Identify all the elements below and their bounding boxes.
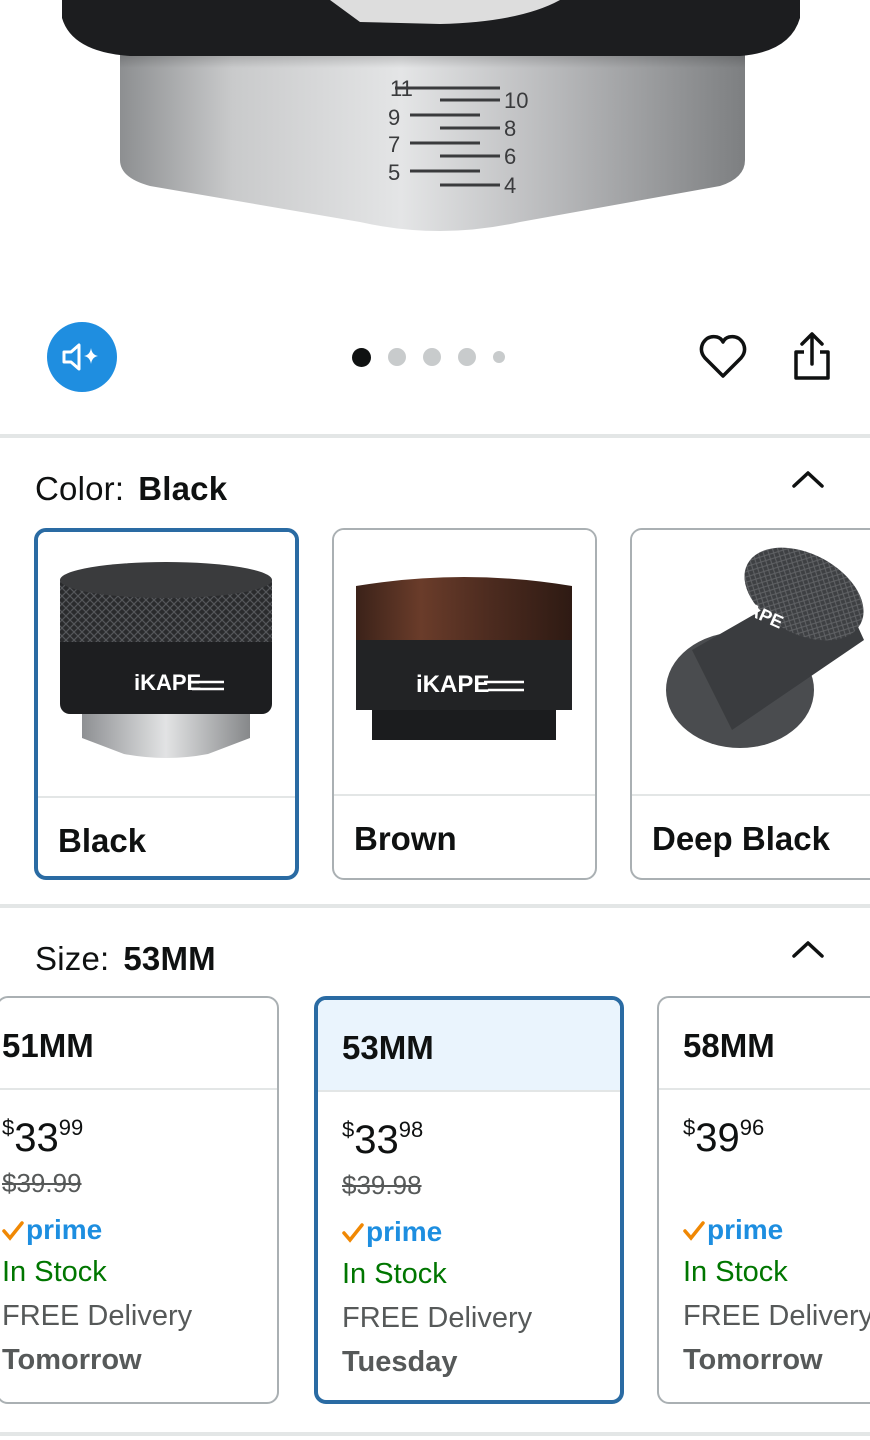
speaker-sparkle-icon xyxy=(62,343,98,371)
prime-badge: prime xyxy=(683,1210,870,1250)
delivery-label: FREE Delivery xyxy=(342,1302,533,1334)
size-label: Size: xyxy=(35,940,110,977)
size-option-53mm[interactable]: 53MM $3398 $39.98 prime In Stock FREE De… xyxy=(314,996,624,1404)
color-thumbnail-deep-black: iKAPE xyxy=(632,530,870,794)
prime-badge: prime xyxy=(2,1210,277,1250)
carousel-indicator xyxy=(352,346,505,368)
scale-right-8: 8 xyxy=(504,116,516,141)
share-icon xyxy=(794,332,830,380)
prime-check-icon xyxy=(683,1221,705,1241)
product-hero-image[interactable]: 11 9 7 5 10 8 6 4 xyxy=(0,0,870,300)
size-option-name: 58MM xyxy=(659,998,870,1090)
color-label: Color: xyxy=(35,470,125,507)
share-button[interactable] xyxy=(788,330,836,382)
prime-check-icon xyxy=(2,1221,24,1241)
prime-check-icon xyxy=(342,1223,364,1243)
size-option-name: 53MM xyxy=(318,1000,620,1092)
product-page: 11 9 7 5 10 8 6 4 Color: Black iKAPE Bla… xyxy=(0,0,870,1440)
carousel-dot-2[interactable] xyxy=(388,348,406,366)
color-option-label: Brown xyxy=(334,794,595,878)
scale-left-9: 9 xyxy=(388,105,400,130)
color-option-label: Black xyxy=(38,796,295,876)
carousel-dot-3[interactable] xyxy=(423,348,441,366)
scale-left-7: 7 xyxy=(388,132,400,157)
stock-status: In Stock xyxy=(342,1258,447,1290)
price: $3399 xyxy=(2,1115,84,1160)
delivery-label: FREE Delivery xyxy=(2,1300,193,1332)
section-divider xyxy=(0,1432,870,1436)
delivery-date: Tomorrow xyxy=(2,1344,142,1376)
color-option-label: Deep Black xyxy=(632,794,870,878)
size-selected-value: 53MM xyxy=(123,940,216,977)
brand-logo-text: iKAPE xyxy=(416,671,489,698)
color-option-brown[interactable]: iKAPE Brown xyxy=(332,528,597,880)
list-price: $39.98 xyxy=(342,1170,422,1200)
image-controls xyxy=(0,310,870,410)
size-option-name: 51MM xyxy=(0,998,277,1090)
add-to-wishlist-button[interactable] xyxy=(698,332,748,382)
color-option-black[interactable]: iKAPE Black xyxy=(34,528,299,880)
collapse-size-chevron-up-icon[interactable] xyxy=(790,938,826,960)
section-divider xyxy=(0,434,870,438)
color-thumbnail-brown: iKAPE xyxy=(334,530,595,794)
scale-left-11: 11 xyxy=(390,76,413,101)
list-price xyxy=(683,1168,870,1206)
color-selected-value: Black xyxy=(138,470,228,507)
color-option-deep-black[interactable]: iKAPE Deep Black xyxy=(630,528,870,880)
delivery-date: Tomorrow xyxy=(683,1344,823,1376)
delivery-date: Tuesday xyxy=(342,1346,458,1378)
scale-right-10: 10 xyxy=(504,88,528,113)
prime-badge: prime xyxy=(342,1212,620,1252)
size-option-51mm[interactable]: 51MM $3399 $39.99 prime In Stock FREE De… xyxy=(0,996,279,1404)
stock-status: In Stock xyxy=(2,1256,107,1288)
scale-right-4: 4 xyxy=(504,173,516,198)
black-tamper-image: iKAPE xyxy=(60,562,272,758)
tamper-bottom-illustration: 11 9 7 5 10 8 6 4 xyxy=(62,0,800,231)
delivery-label: FREE Delivery xyxy=(683,1300,870,1332)
deep-black-tamper-image: iKAPE xyxy=(666,547,864,748)
size-selector-header: Size: 53MM xyxy=(35,940,216,978)
color-thumbnail-black: iKAPE xyxy=(38,532,295,796)
collapse-color-chevron-up-icon[interactable] xyxy=(790,468,826,490)
brown-tamper-image: iKAPE xyxy=(356,577,572,740)
price: $3996 xyxy=(683,1115,765,1160)
size-option-58mm[interactable]: 58MM $3996 prime In Stock FREE Delivery … xyxy=(657,996,870,1404)
carousel-dot-4[interactable] xyxy=(458,348,476,366)
heart-icon xyxy=(699,334,747,378)
carousel-dot-5[interactable] xyxy=(493,351,505,363)
price: $3398 xyxy=(342,1117,424,1162)
list-price: $39.99 xyxy=(2,1168,82,1198)
carousel-dot-1[interactable] xyxy=(352,347,371,367)
color-selector-header: Color: Black xyxy=(35,470,227,508)
stock-status: In Stock xyxy=(683,1256,788,1288)
scale-left-5: 5 xyxy=(388,160,400,185)
section-divider xyxy=(0,904,870,908)
scale-right-6: 6 xyxy=(504,144,516,169)
audio-description-button[interactable] xyxy=(47,322,117,392)
